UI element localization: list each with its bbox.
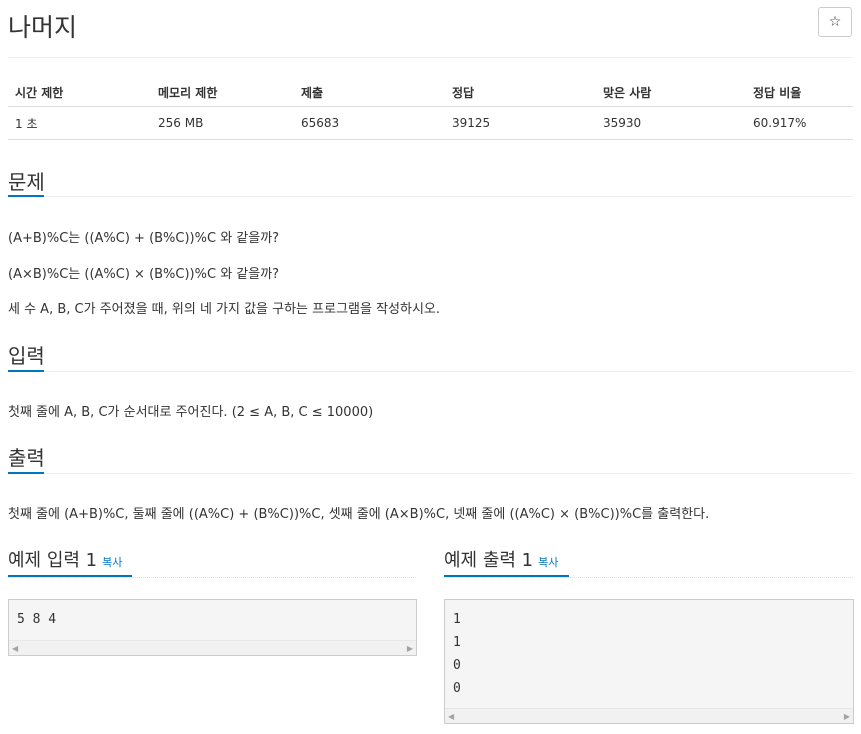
sample-input-box[interactable]: 5 8 4 ◀ ▶ [8, 599, 417, 656]
horizontal-scrollbar[interactable]: ◀ ▶ [445, 708, 853, 723]
problem-paragraph-3: 세 수 A, B, C가 주어졌을 때, 위의 네 가지 값을 구하는 프로그램… [8, 302, 441, 317]
title-divider [8, 57, 853, 58]
value-accept-ratio: 60.917% [746, 106, 853, 140]
scroll-right-icon[interactable]: ▶ [844, 712, 850, 721]
value-time-limit: 1 초 [8, 106, 151, 140]
header-time-limit: 시간 제한 [8, 78, 151, 107]
section-underline [8, 370, 44, 372]
value-solvers: 35930 [596, 106, 746, 140]
header-memory-limit: 메모리 제한 [151, 78, 294, 107]
horizontal-scrollbar[interactable]: ◀ ▶ [9, 640, 416, 655]
scroll-right-icon[interactable]: ▶ [407, 644, 413, 653]
copy-sample-output-link[interactable]: 복사 [538, 556, 558, 569]
section-divider [8, 473, 853, 474]
section-divider [8, 371, 853, 372]
header-accept-ratio: 정답 비율 [746, 78, 853, 107]
sample-output-box[interactable]: 1 1 0 0 ◀ ▶ [444, 599, 854, 724]
sample-line: 1 [453, 635, 461, 650]
value-memory-limit: 256 MB [151, 106, 294, 140]
value-submissions: 65683 [294, 106, 445, 140]
copy-sample-input-link[interactable]: 복사 [102, 556, 122, 569]
section-underline [8, 472, 44, 474]
star-icon: ☆ [828, 14, 842, 30]
section-heading-output: 출력 [8, 446, 45, 470]
sample-divider [8, 577, 416, 578]
sample-output-content: 1 1 0 0 [445, 600, 853, 703]
section-underline [8, 575, 132, 577]
scroll-left-icon[interactable]: ◀ [12, 644, 18, 653]
section-underline [444, 575, 569, 577]
sample-line: 5 8 4 [17, 612, 57, 627]
section-heading-problem: 문제 [8, 170, 45, 194]
sample-input-title: 예제 입력 1 [8, 550, 98, 571]
table-row: 1 초 256 MB 65683 39125 35930 60.917% [8, 106, 853, 140]
sample-output-title: 예제 출력 1 [444, 550, 534, 571]
problem-info-table: 시간 제한 메모리 제한 제출 정답 맞은 사람 정답 비율 1 초 256 M… [8, 78, 853, 140]
section-divider [8, 196, 853, 197]
sample-line: 1 [453, 612, 461, 627]
sample-input-content: 5 8 4 [9, 600, 416, 634]
problem-paragraph-1: (A+B)%C는 ((A%C) + (B%C))%C 와 같을까? [8, 231, 280, 246]
table-header-row: 시간 제한 메모리 제한 제출 정답 맞은 사람 정답 비율 [8, 78, 853, 107]
header-submissions: 제출 [294, 78, 445, 107]
problem-paragraph-2: (A×B)%C는 ((A%C) × (B%C))%C 와 같을까? [8, 267, 280, 282]
output-paragraph: 첫째 줄에 (A+B)%C, 둘째 줄에 ((A%C) + (B%C))%C, … [8, 507, 710, 522]
star-button[interactable]: ☆ [818, 7, 852, 37]
sample-line: 0 [453, 681, 461, 696]
input-paragraph: 첫째 줄에 A, B, C가 순서대로 주어진다. (2 ≤ A, B, C ≤… [8, 405, 374, 420]
value-accepted: 39125 [445, 106, 596, 140]
sample-output-heading: 예제 출력 1 복사 [444, 546, 558, 572]
header-accepted: 정답 [445, 78, 596, 107]
section-heading-input: 입력 [8, 344, 45, 368]
scroll-left-icon[interactable]: ◀ [448, 712, 454, 721]
sample-line: 0 [453, 658, 461, 673]
sample-input-heading: 예제 입력 1 복사 [8, 546, 122, 572]
section-underline [8, 195, 44, 197]
sample-divider [444, 577, 853, 578]
header-solvers: 맞은 사람 [596, 78, 746, 107]
page-title: 나머지 [8, 13, 78, 42]
